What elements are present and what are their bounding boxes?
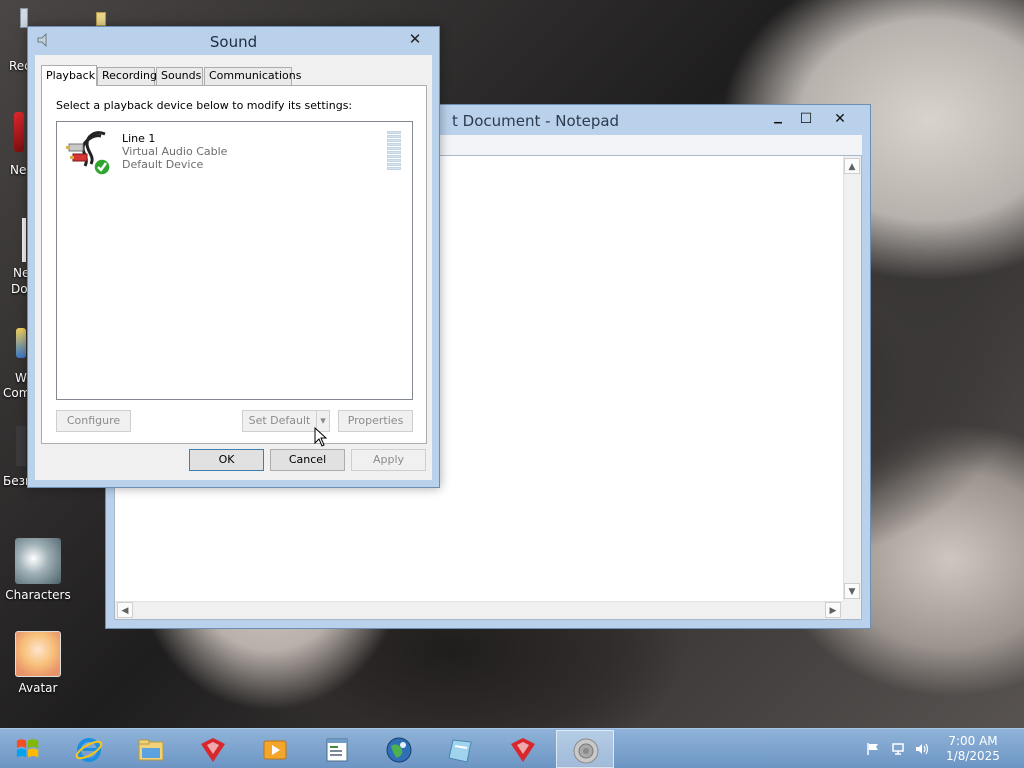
device-description: Virtual Audio Cable [122,145,228,158]
desktop-icon-label: Characters [5,588,71,602]
sound-titlebar[interactable]: Sound ✕ [28,27,439,55]
scroll-left-arrow-icon[interactable]: ◀ [117,602,133,618]
sound-dialog[interactable]: Sound ✕ Playback Recording Sounds Commun… [27,26,440,488]
notepad-icon [326,738,348,762]
set-default-button[interactable]: Set Default [242,410,317,432]
speaker-icon [573,738,599,764]
horizontal-scrollbar[interactable]: ◀ ▶ [115,601,843,619]
document-icon[interactable] [22,218,26,262]
configure-button[interactable]: Configure [56,410,131,432]
audio-cable-icon [66,131,111,176]
desktop-label-w[interactable]: W [15,371,27,385]
cancel-button[interactable]: Cancel [270,449,345,471]
device-status: Default Device [122,158,204,171]
sound-dialog-body: Playback Recording Sounds Communications… [35,55,432,480]
paint-icon[interactable] [16,426,26,466]
characters-icon [15,538,61,584]
taskbar-app-red-2[interactable] [494,730,552,768]
start-button[interactable] [0,729,56,768]
close-icon[interactable]: ✕ [405,30,425,48]
taskbar-media-player[interactable] [246,730,304,768]
taskbar-app-notes[interactable] [432,730,490,768]
taskbar-sound[interactable] [556,730,614,768]
scroll-right-arrow-icon[interactable]: ▶ [825,602,841,618]
internet-explorer-icon [75,738,103,762]
avatar-icon [15,631,61,677]
taskbar-notepad[interactable] [308,730,366,768]
desktop-icon-avatar[interactable]: Avatar [1,631,75,695]
notepad-title: t Document - Notepad [452,112,620,130]
scroll-down-arrow-icon[interactable]: ▼ [844,583,860,599]
close-button[interactable]: ✕ [826,109,854,129]
desktop-label-ne[interactable]: Ne [10,163,26,177]
maximize-button[interactable]: ☐ [792,109,820,129]
vertical-scrollbar[interactable]: ▲ ▼ [843,156,861,601]
taskbar-browser[interactable] [370,730,428,768]
taskbar-app-red-1[interactable] [184,730,242,768]
tab-playback[interactable]: Playback [41,65,97,86]
taskbar-file-explorer[interactable] [122,730,180,768]
windows-logo-icon [16,739,39,758]
globe-icon [386,737,412,763]
system-clock[interactable]: 7:00 AM 1/8/2025 [938,734,1008,764]
tab-communications[interactable]: Communications [204,67,301,85]
desktop-icon-label: Avatar [18,681,58,695]
device-list[interactable]: Line 1 Virtual Audio Cable Default Devic… [56,121,413,400]
wordpad-icon[interactable] [16,328,26,358]
folder-icon [138,739,164,761]
properties-button[interactable]: Properties [338,410,413,432]
list-item[interactable]: Line 1 Virtual Audio Cable Default Devic… [63,128,403,176]
network-icon[interactable] [891,742,905,756]
desktop-icon-characters[interactable]: Characters [1,538,75,602]
media-player-icon [263,740,287,760]
desktop-label-do[interactable]: Do [11,282,28,296]
recycle-bin-icon[interactable] [20,8,28,28]
mouse-cursor-icon [314,427,328,447]
red-diamond-app-icon [511,738,535,762]
volume-icon[interactable] [915,742,929,756]
instruction-text: Select a playback device below to modify… [56,99,353,112]
taskbar-internet-explorer[interactable] [60,730,118,768]
volume-meter [387,131,401,173]
device-name: Line 1 [122,132,156,145]
sound-dialog-title: Sound [209,33,258,51]
notes-app-icon [448,739,472,763]
tab-sounds[interactable]: Sounds [156,67,203,85]
folder-icon[interactable] [96,12,106,26]
flag-icon[interactable] [866,742,880,756]
minimize-button[interactable]: ▁ [764,109,792,129]
scrollbar-corner [843,601,861,619]
red-diamond-app-icon [201,738,225,762]
tab-recording[interactable]: Recording [97,67,157,85]
clock-date: 1/8/2025 [946,749,1000,763]
clock-time: 7:00 AM [948,734,998,748]
red-app-icon[interactable] [14,112,24,152]
ok-button[interactable]: OK [189,449,264,471]
scroll-up-arrow-icon[interactable]: ▲ [844,158,860,174]
playback-panel: Select a playback device below to modify… [41,85,427,444]
taskbar: 7:00 AM 1/8/2025 [0,728,1024,768]
apply-button[interactable]: Apply [351,449,426,471]
